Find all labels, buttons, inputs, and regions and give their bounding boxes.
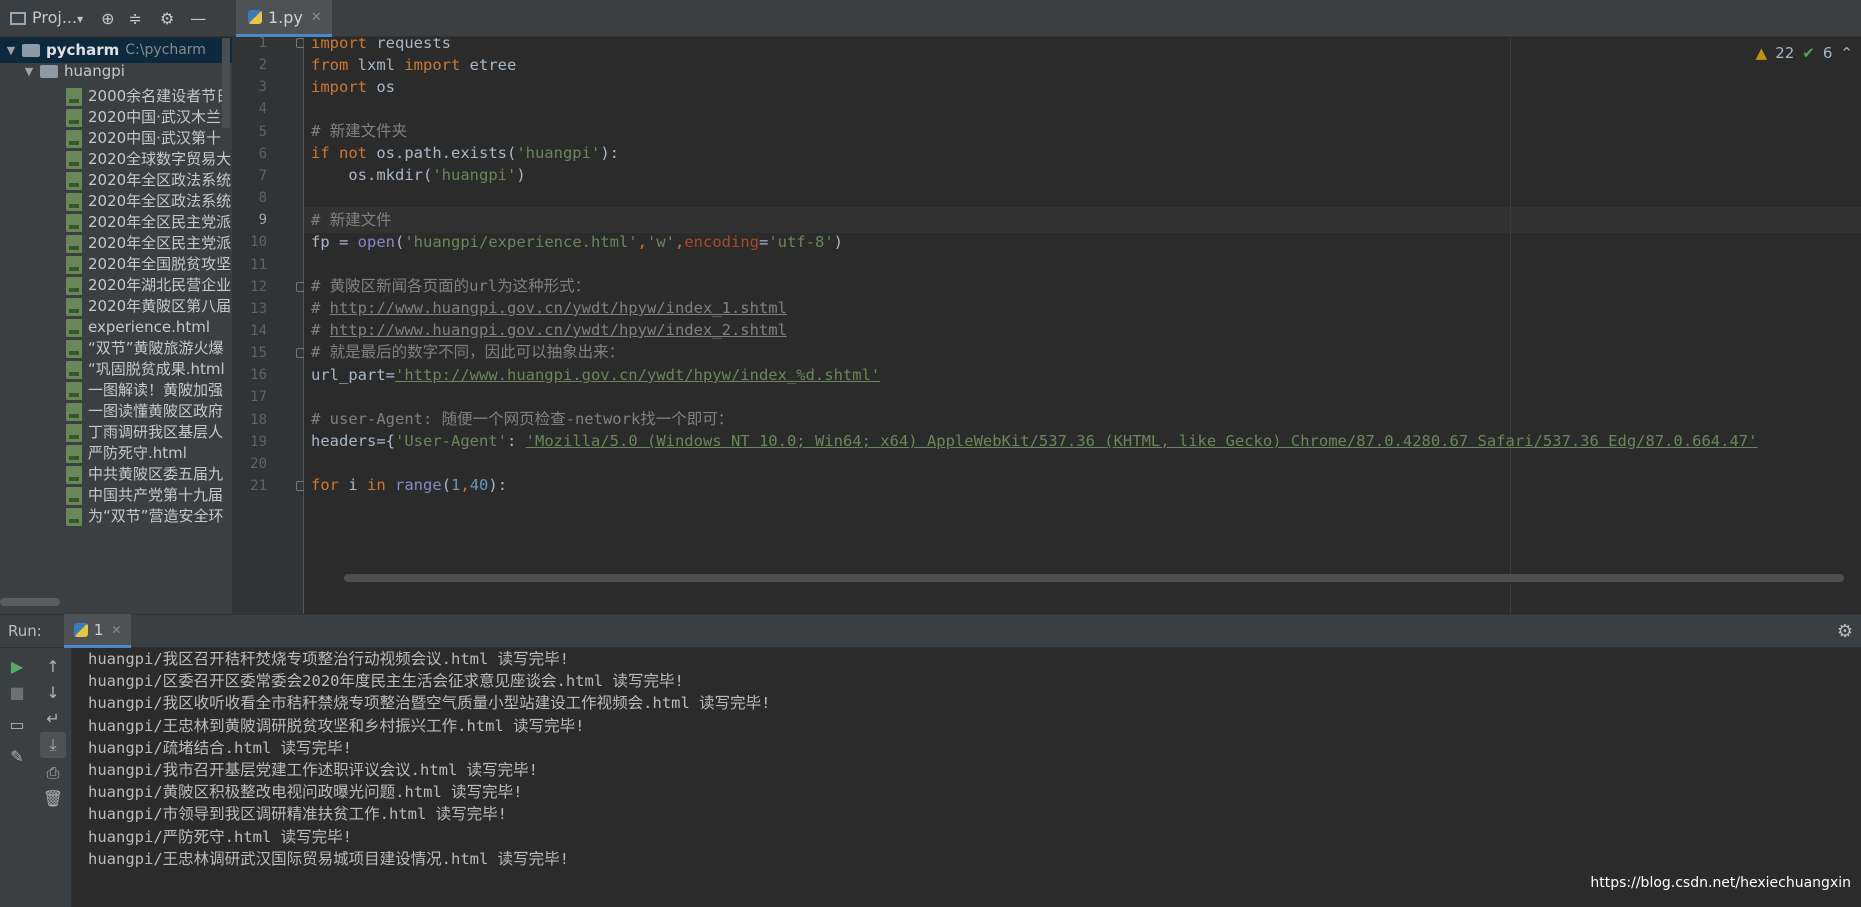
html-file-icon <box>66 339 82 358</box>
scroll-to-end-icon[interactable]: ⤓ <box>40 732 66 758</box>
close-icon[interactable]: ✕ <box>311 10 322 25</box>
chevron-up-icon[interactable]: ⌃ <box>1840 44 1853 62</box>
chevron-down-icon[interactable]: ▼ <box>4 38 18 63</box>
comment-link[interactable]: http://www.huangpi.gov.cn/ywdt/hpyw/inde… <box>330 321 787 339</box>
code-line-7: os.mkdir('huangpi') <box>311 166 526 184</box>
html-file-icon <box>66 360 82 379</box>
python-file-icon <box>73 622 88 637</box>
html-file-icon <box>66 87 82 106</box>
html-file-icon <box>66 465 82 484</box>
console-output-line: huangpi/王忠林调研武汉国际贸易城项目建设情况.html 读写完毕! <box>88 849 569 868</box>
stop-icon[interactable]: ■ <box>4 680 30 706</box>
folder-icon <box>40 65 58 78</box>
tree-file-label: 为“双节”营造安全环 <box>88 507 224 525</box>
tree-file-item[interactable]: 为“双节”营造安全环 <box>66 504 224 529</box>
code-line-21: for i in range(1,40): <box>311 476 508 494</box>
inspection-widget[interactable]: ▲ 22 ✔ 6 ⌃ <box>1756 44 1853 62</box>
hide-icon[interactable]: — <box>190 0 206 37</box>
chevron-down-icon[interactable]: ▼ <box>22 59 36 84</box>
html-file-icon <box>66 234 82 253</box>
html-file-icon <box>66 402 82 421</box>
editor-gutter: 1 2 3 4 5 6 7 8 9 10 11 12 13 14 15 16 17 18 19 20 21 <box>232 35 306 614</box>
code-line-19: headers={'User-Agent': 'Mozilla/5.0 (Win… <box>311 432 1758 450</box>
project-window-icon[interactable] <box>10 12 26 25</box>
project-tree: ▼ pycharm C:\pycharm ▼ huangpi 2000余名建设者… <box>0 38 232 614</box>
run-label: Run: <box>8 622 42 640</box>
html-file-icon <box>66 486 82 505</box>
code-line-16: url_part='http://www.huangpi.gov.cn/ywdt… <box>311 366 881 384</box>
run-console[interactable]: huangpi/我区召开秸秆焚烧专项整治行动视频会议.html 读写完毕! hua… <box>72 648 1861 907</box>
line-number: 21 <box>250 478 267 494</box>
gear-icon[interactable]: ⚙ <box>160 0 174 37</box>
html-file-icon <box>66 171 82 190</box>
editor-horizontal-scrollbar[interactable] <box>344 574 1844 582</box>
html-file-icon <box>66 255 82 274</box>
html-file-icon <box>66 276 82 295</box>
run-panel-header: Run: 1 ✕ ⚙ <box>0 614 1861 648</box>
collapse-all-icon[interactable]: ≑ <box>129 0 142 37</box>
locate-icon[interactable]: ⊕ <box>101 0 114 37</box>
html-file-icon <box>66 108 82 127</box>
html-file-icon <box>66 129 82 148</box>
top-bar: Proj...▾ ⊕ ≑ ⚙ — 1.py ✕ <box>0 0 1861 37</box>
folder-icon <box>22 44 40 57</box>
html-file-icon <box>66 297 82 316</box>
code-line-10: fp = open('huangpi/experience.html','w',… <box>311 233 843 251</box>
print-icon[interactable]: ⎙ <box>40 760 66 786</box>
right-margin-guide <box>1510 38 1511 614</box>
rerun-icon[interactable]: ▶ <box>4 654 30 680</box>
html-file-icon <box>66 192 82 211</box>
close-icon[interactable]: ✕ <box>111 623 121 637</box>
html-file-icon <box>66 444 82 463</box>
code-line-3: import os <box>311 78 395 96</box>
gear-icon[interactable]: ⚙ <box>1837 621 1853 642</box>
soft-wrap-icon[interactable]: ↵ <box>40 706 66 732</box>
html-file-icon <box>66 150 82 169</box>
html-file-icon <box>66 507 82 526</box>
layout-icon[interactable]: ▭ <box>4 712 30 738</box>
pin-icon[interactable]: ✎ <box>4 744 30 770</box>
trash-icon[interactable]: 🗑 <box>40 786 66 812</box>
arrow-down-icon[interactable]: ↓ <box>40 680 66 706</box>
run-tab-1[interactable]: 1 ✕ <box>63 614 132 648</box>
html-file-icon <box>66 213 82 232</box>
project-tool-header: Proj...▾ ⊕ ≑ ⚙ — <box>0 0 232 37</box>
html-file-icon <box>66 381 82 400</box>
python-file-icon <box>248 10 262 24</box>
code-editor[interactable]: ▲ 22 ✔ 6 ⌃ import requests from lxml impor… <box>304 38 1861 614</box>
watermark-url: https://blog.csdn.net/hexiechuangxin <box>1590 875 1851 891</box>
comment-link[interactable]: http://www.huangpi.gov.cn/ywdt/hpyw/inde… <box>330 299 787 317</box>
warning-icon: ▲ <box>1755 44 1768 62</box>
check-icon: ✔ <box>1802 44 1815 62</box>
tree-horizontal-scrollbar[interactable] <box>0 598 60 606</box>
html-file-icon <box>66 423 82 442</box>
run-toolbar: ▶ ■ ▭ ✎ ↑ ↓ ↵ ⤓ ⎙ 🗑 <box>0 648 72 907</box>
arrow-up-icon[interactable]: ↑ <box>40 654 66 680</box>
project-view-selector[interactable]: Proj...▾ <box>32 0 83 38</box>
tree-folder-huangpi[interactable]: ▼ huangpi <box>22 59 125 84</box>
html-file-icon <box>66 318 82 337</box>
